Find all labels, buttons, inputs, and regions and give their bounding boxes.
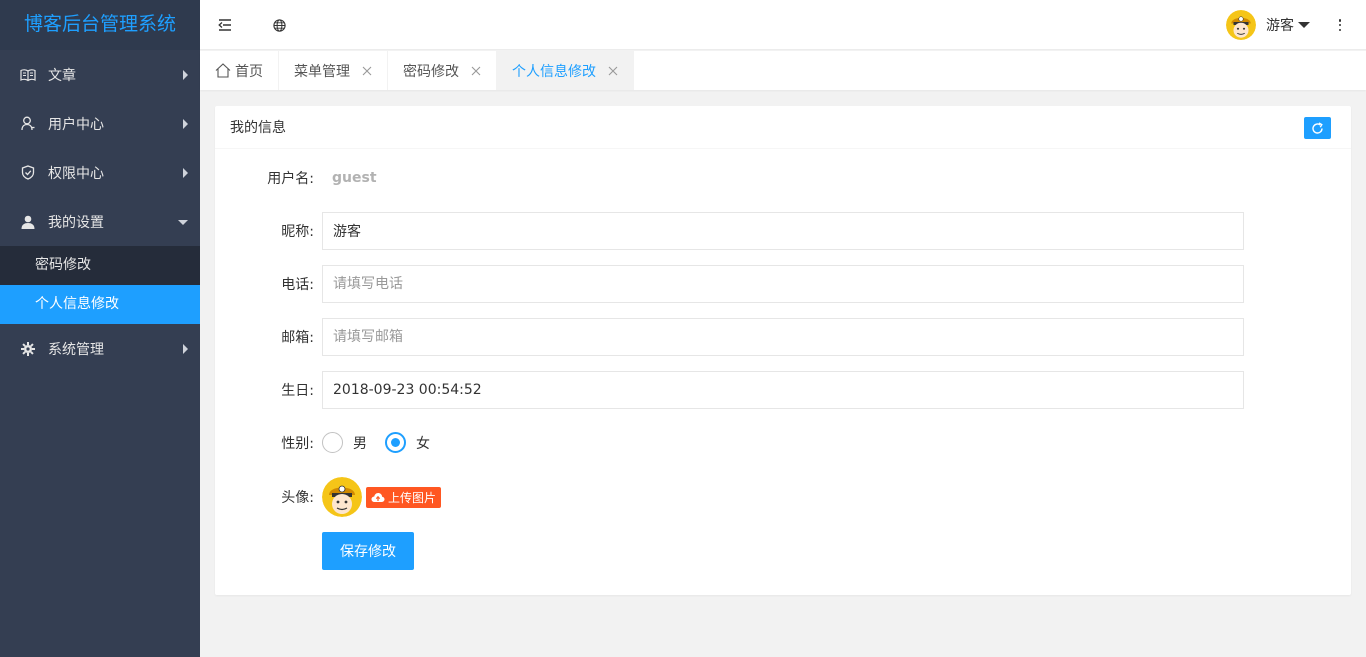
- sidebar-menu: 文章 用户中心 权限中心 我的设置: [0, 50, 200, 246]
- settings-submenu: 密码修改 个人信息修改: [0, 246, 200, 324]
- top-header: 游客: [200, 0, 1366, 50]
- radio-label: 男: [353, 435, 367, 452]
- chevron-right-icon: [183, 343, 188, 354]
- refresh-button[interactable]: [1304, 117, 1331, 139]
- close-icon[interactable]: [471, 66, 481, 76]
- upload-image-button[interactable]: 上传图片: [366, 486, 442, 508]
- sidebar-item-label: 用户中心: [48, 116, 104, 133]
- username-label: 用户名:: [267, 171, 314, 187]
- birthday-label: 生日:: [281, 383, 314, 399]
- birthday-row: 生日:: [215, 371, 1244, 409]
- chevron-down-icon: [178, 219, 188, 225]
- shield-icon: [20, 165, 36, 181]
- phone-row: 电话:: [215, 265, 1244, 303]
- tab-profile-edit[interactable]: 个人信息修改: [497, 51, 634, 90]
- tab-bar: 首页 菜单管理 密码修改 个人信息修改: [200, 51, 1366, 90]
- sidebar-item-system[interactable]: 系统管理: [0, 324, 200, 373]
- sidebar-item-label: 权限中心: [48, 165, 104, 182]
- sidebar-item-my-settings[interactable]: 我的设置: [0, 197, 200, 246]
- save-button[interactable]: 保存修改: [322, 532, 414, 570]
- sidebar-item-permission-center[interactable]: 权限中心: [0, 148, 200, 197]
- sidebar-item-user-center[interactable]: 用户中心: [0, 99, 200, 148]
- tab-menu-management[interactable]: 菜单管理: [279, 51, 388, 90]
- chevron-right-icon: [183, 69, 188, 80]
- tab-password-change[interactable]: 密码修改: [388, 51, 497, 90]
- sidebar-item-label: 系统管理: [48, 341, 104, 358]
- email-label: 邮箱:: [281, 330, 314, 346]
- radio-label: 女: [416, 435, 430, 452]
- chevron-right-icon: [183, 167, 188, 178]
- avatar: [322, 477, 362, 517]
- birthday-input[interactable]: [322, 371, 1244, 409]
- card-title: 我的信息: [230, 120, 286, 136]
- tab-home[interactable]: 首页: [200, 51, 279, 90]
- submenu-item-profile[interactable]: 个人信息修改: [0, 285, 200, 324]
- username-value: guest: [332, 170, 377, 186]
- user-outline-icon: [20, 116, 36, 132]
- phone-label: 电话:: [281, 277, 314, 293]
- globe-icon[interactable]: [269, 15, 289, 35]
- close-icon[interactable]: [362, 66, 372, 76]
- cloud-upload-icon: [371, 492, 385, 503]
- tab-label: 密码修改: [403, 63, 459, 80]
- avatar-row: 头像: 上传图片: [215, 477, 442, 517]
- home-icon: [215, 63, 231, 78]
- caret-down-icon: [1298, 22, 1310, 28]
- tab-label: 个人信息修改: [512, 63, 596, 80]
- sidebar-item-label: 文章: [48, 67, 76, 84]
- collapse-menu-icon[interactable]: [215, 15, 235, 35]
- sidebar: 博客后台管理系统 文章 用户中心 权限中心 我的设置 密码修改 个人信息修改 系…: [0, 0, 200, 657]
- radio-unchecked-icon: [322, 432, 343, 453]
- chevron-right-icon: [183, 118, 188, 129]
- avatar-label: 头像:: [281, 490, 314, 506]
- upload-label: 上传图片: [388, 490, 437, 505]
- avatar: [1226, 10, 1256, 40]
- more-vertical-icon[interactable]: [1332, 16, 1348, 34]
- email-row: 邮箱:: [215, 318, 1244, 356]
- gender-radio-female[interactable]: 女: [385, 432, 430, 453]
- card-header: 我的信息: [215, 106, 1351, 149]
- sidebar-menu-bottom: 系统管理: [0, 324, 200, 373]
- radio-checked-icon: [385, 432, 406, 453]
- app-logo-title: 博客后台管理系统: [0, 0, 200, 50]
- nickname-row: 昵称:: [215, 212, 1244, 250]
- gender-label: 性别:: [281, 435, 314, 452]
- username-label: 游客: [1266, 18, 1294, 34]
- book-icon: [20, 67, 36, 83]
- nickname-input[interactable]: [322, 212, 1244, 250]
- username-row: 用户名: guest: [215, 168, 377, 188]
- gender-row: 性别: 男 女: [215, 432, 448, 453]
- person-icon: [20, 214, 36, 230]
- sidebar-item-label: 我的设置: [48, 214, 104, 231]
- tab-label: 菜单管理: [294, 63, 350, 80]
- refresh-icon: [1311, 121, 1324, 135]
- submenu-item-password[interactable]: 密码修改: [0, 246, 200, 285]
- phone-input[interactable]: [322, 265, 1244, 303]
- gender-radio-male[interactable]: 男: [322, 432, 367, 453]
- tab-label: 首页: [235, 63, 263, 80]
- user-menu[interactable]: 游客: [1226, 10, 1310, 40]
- email-input[interactable]: [322, 318, 1244, 356]
- gear-icon: [20, 341, 36, 357]
- close-icon[interactable]: [608, 66, 618, 76]
- sidebar-item-articles[interactable]: 文章: [0, 50, 200, 99]
- profile-card: 我的信息 用户名: guest 昵称: 电话: 邮箱: 生日: 性别: 男: [215, 106, 1351, 595]
- nickname-label: 昵称:: [281, 224, 314, 240]
